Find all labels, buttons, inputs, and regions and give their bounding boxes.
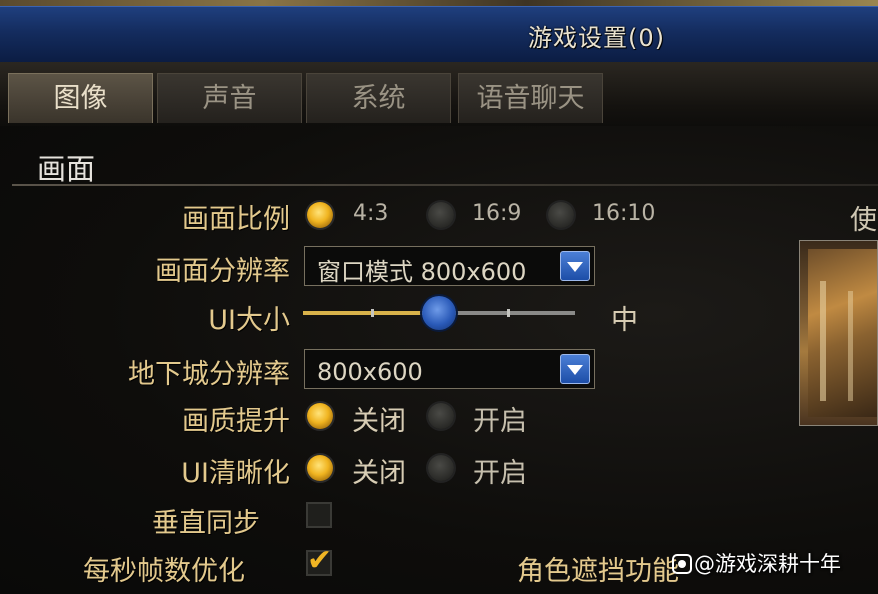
dungeon-resolution-value: 800x600 (317, 358, 423, 386)
preview-image (799, 240, 878, 426)
camera-icon (672, 554, 692, 574)
preview-label-partial: 使 (850, 205, 877, 236)
ui-sharpen-label: UI清晰化 (181, 458, 290, 489)
ui-sharpen-off-radio[interactable] (307, 455, 333, 481)
tab-sound[interactable]: 声音 (157, 73, 302, 123)
character-occlusion-label: 角色遮挡功能 (517, 556, 679, 587)
aspect-ratio-label: 画面比例 (182, 204, 290, 235)
watermark: @游戏深耕十年 (672, 548, 841, 578)
resolution-dropdown[interactable]: 窗口模式 800x600 (304, 246, 595, 286)
dungeon-resolution-dropdown[interactable]: 800x600 (304, 349, 595, 389)
quality-boost-on-label: 开启 (473, 406, 527, 437)
ui-sharpen-on-label: 开启 (473, 458, 527, 489)
aspect-ratio-16-9-radio[interactable] (428, 202, 454, 228)
resolution-value: 窗口模式 800x600 (317, 258, 527, 286)
ui-sharpen-off-label: 关闭 (352, 458, 406, 489)
aspect-ratio-16-10-label: 16:10 (592, 201, 656, 226)
tab-graphics[interactable]: 图像 (8, 73, 153, 123)
tab-system[interactable]: 系统 (306, 73, 451, 123)
slider-tick (371, 309, 374, 317)
section-divider (12, 184, 878, 186)
ui-sharpen-on-radio[interactable] (428, 455, 454, 481)
fps-optimize-checkbox[interactable]: ✔ (306, 546, 332, 576)
checkmark-icon: ✔ (307, 543, 333, 578)
window-title: 游戏设置(0) (528, 24, 665, 52)
dungeon-resolution-label: 地下城分辨率 (128, 359, 290, 390)
aspect-ratio-4-3-radio[interactable] (307, 202, 333, 228)
chevron-down-icon[interactable] (560, 354, 590, 384)
ui-size-value: 中 (611, 305, 638, 336)
ui-size-slider[interactable] (303, 296, 575, 330)
fps-optimize-label: 每秒帧数优化 (83, 556, 245, 587)
quality-boost-off-label: 关闭 (352, 406, 406, 437)
preview-pillar (820, 281, 826, 401)
preview-scene (808, 249, 877, 417)
ui-size-slider-knob[interactable] (422, 296, 456, 330)
watermark-text: @游戏深耕十年 (694, 552, 841, 576)
resolution-label: 画面分辨率 (155, 256, 290, 287)
chevron-down-icon[interactable] (560, 251, 590, 281)
section-title: 画面 (37, 152, 96, 186)
tab-voice-chat[interactable]: 语音聊天 (458, 73, 603, 123)
ui-size-label: UI大小 (208, 305, 290, 336)
quality-boost-label: 画质提升 (182, 406, 290, 437)
preview-pillar (848, 291, 853, 401)
aspect-ratio-16-9-label: 16:9 (472, 201, 522, 226)
quality-boost-off-radio[interactable] (307, 403, 333, 429)
vsync-label: 垂直同步 (152, 508, 260, 539)
tab-bar: 图像 声音 系统 语音聊天 (0, 62, 878, 126)
quality-boost-on-radio[interactable] (428, 403, 454, 429)
aspect-ratio-16-10-radio[interactable] (548, 202, 574, 228)
vsync-checkbox[interactable] (306, 502, 332, 528)
slider-tick (507, 309, 510, 317)
title-bar[interactable]: 游戏设置(0) (0, 6, 878, 65)
aspect-ratio-4-3-label: 4:3 (353, 201, 389, 226)
